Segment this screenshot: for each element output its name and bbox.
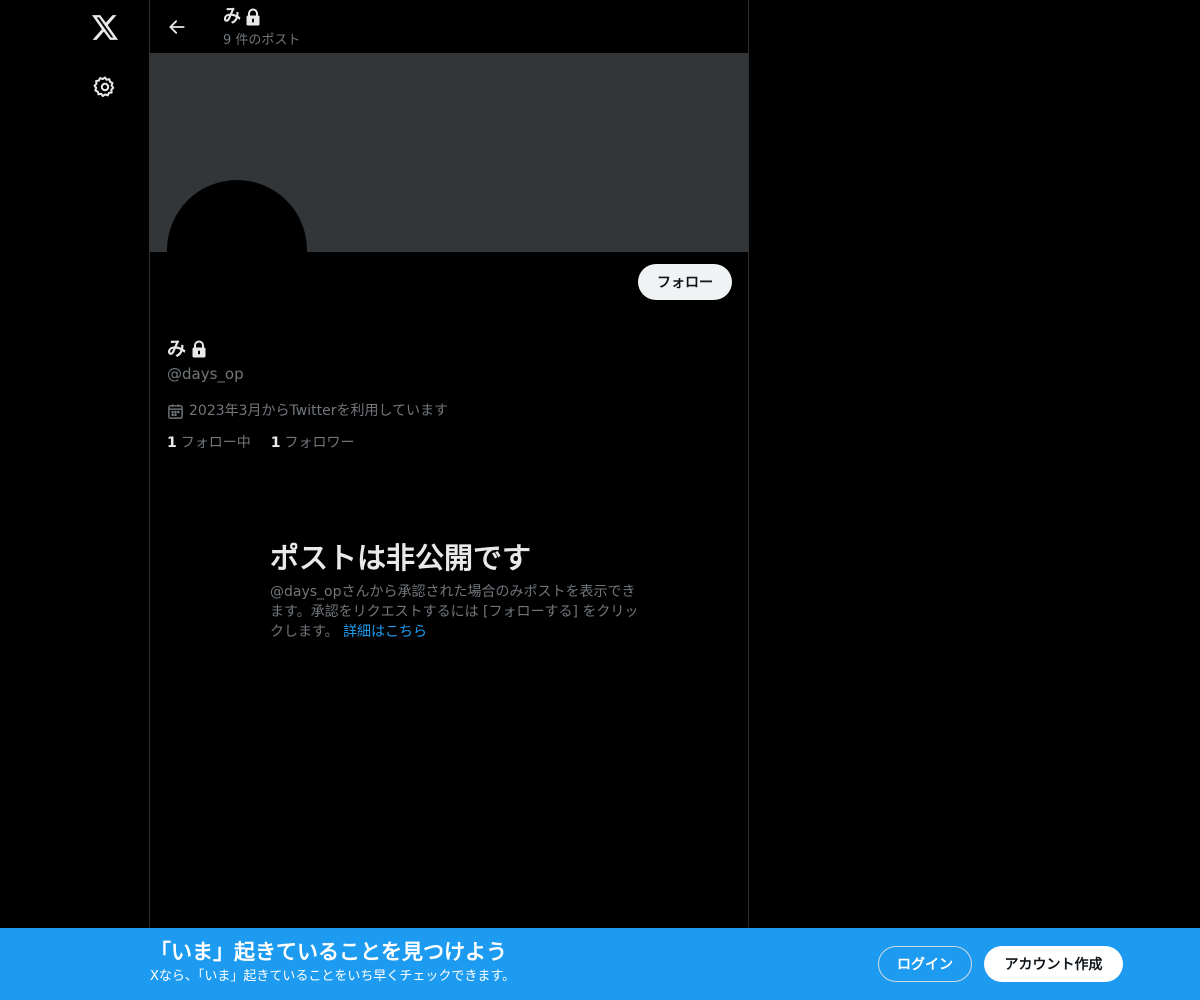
private-body-text: @days_opさんから承認された場合のみポストを表示できます。承認をリクエスト… (270, 584, 639, 640)
profile-handle: @days_op (167, 365, 244, 383)
calendar-icon (168, 403, 183, 419)
signup-bar-title: 「いま」起きていることを見つけよう (150, 940, 507, 964)
followers-count: 1 (270, 435, 281, 451)
left-nav (0, 0, 149, 1000)
signup-button[interactable]: アカウント作成 (984, 946, 1123, 982)
header-name: み (223, 5, 261, 29)
private-title: ポストは非公開です (270, 541, 532, 575)
profile-header: み 9 件のポスト (150, 0, 748, 53)
learn-more-link[interactable]: 詳細はこちら (343, 624, 427, 640)
profile-column: み 9 件のポスト フォロー み @days_op 2023年3月からTwitt… (149, 0, 749, 1000)
profile-name: み (167, 337, 207, 361)
joined-text: 2023年3月からTwitterを利用しています (189, 403, 449, 419)
signup-bar-subtitle: Xなら、「いま」起きていることをいち早くチェックできます。 (150, 969, 516, 984)
following-label: フォロー中 (180, 435, 251, 451)
lock-icon (192, 340, 206, 358)
profile-name-text: み (167, 338, 187, 360)
lock-icon (246, 8, 260, 26)
post-count: 9 件のポスト (223, 33, 301, 48)
login-button[interactable]: ログイン (878, 946, 972, 982)
joined-date: 2023年3月からTwitterを利用しています (167, 401, 448, 421)
avatar[interactable] (167, 180, 307, 320)
signup-bar: 「いま」起きていることを見つけよう Xなら、「いま」起きていることをいち早くチェ… (0, 928, 1200, 1000)
follow-stats: 1 フォロー中 1 フォロワー (167, 433, 355, 453)
followers-label: フォロワー (284, 435, 355, 451)
gear-icon[interactable] (89, 71, 121, 103)
header-name-text: み (223, 6, 241, 27)
private-notice: ポストは非公開です @days_opさんから承認された場合のみポストを表示できま… (270, 538, 640, 642)
following-count: 1 (167, 435, 177, 451)
back-button[interactable] (163, 13, 191, 41)
private-body: @days_opさんから承認された場合のみポストを表示できます。承認をリクエスト… (270, 582, 640, 642)
arrow-left-icon (169, 20, 185, 34)
follow-button[interactable]: フォロー (638, 264, 732, 300)
following-link[interactable]: 1 フォロー中 (167, 433, 251, 453)
x-logo-icon[interactable] (89, 11, 121, 43)
followers-link[interactable]: 1 フォロワー (271, 433, 355, 453)
